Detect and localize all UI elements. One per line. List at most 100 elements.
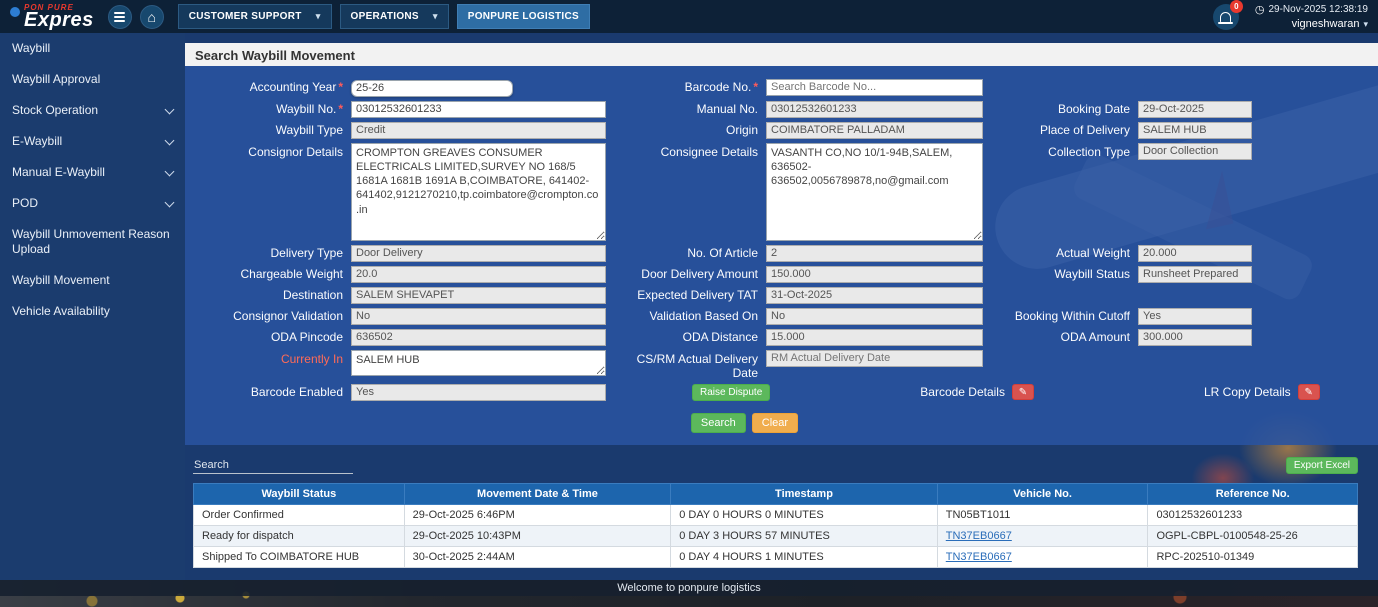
main-content: Search Waybill Movement Accounting Year*… <box>185 33 1378 580</box>
waybill-no-input[interactable] <box>351 101 606 118</box>
nav-customer-support[interactable]: CUSTOMER SUPPORT ▾ <box>178 4 332 29</box>
hamburger-icon <box>114 12 125 22</box>
sidebar-item-stock-operation[interactable]: Stock Operation <box>0 95 185 126</box>
sidebar-item-pod[interactable]: POD <box>0 188 185 219</box>
sidebar-item-waybill-movement[interactable]: Waybill Movement <box>0 265 185 296</box>
brand-logo[interactable]: PON PURE Expres <box>10 4 94 30</box>
sidebar-item-vehicle-availability[interactable]: Vehicle Availability <box>0 296 185 327</box>
sidebar-item-waybill-unmovement-reason-upload[interactable]: Waybill Unmovement Reason Upload <box>0 219 185 265</box>
origin-label: Origin <box>614 123 758 137</box>
table-row: Shipped To COIMBATORE HUB 30-Oct-2025 2:… <box>194 546 1358 567</box>
cell-timestamp: 0 DAY 3 HOURS 57 MINUTES <box>671 525 938 546</box>
export-excel-button[interactable]: Export Excel <box>1286 457 1358 474</box>
barcode-enabled-input <box>351 384 606 401</box>
consignor-details-label: Consignor Details <box>193 143 343 159</box>
required-mark: * <box>338 102 343 116</box>
sidebar: Waybill Waybill Approval Stock Operation… <box>0 33 185 580</box>
search-button[interactable]: Search <box>691 413 746 433</box>
cell-reference-no: OGPL-CBPL-0100548-25-26 <box>1148 525 1358 546</box>
cell-reference-no: RPC-202510-01349 <box>1148 546 1358 567</box>
sidebar-item-label: E-Waybill <box>12 134 62 149</box>
sidebar-item-waybill[interactable]: Waybill <box>0 33 185 64</box>
nav-customer-support-label: CUSTOMER SUPPORT <box>189 11 302 22</box>
navbar-right: 0 ◷ 29-Nov-2025 12:38:19 vigneshwaran ▾ <box>1213 3 1368 30</box>
cell-vehicle-no: TN37EB0667 <box>937 546 1148 567</box>
consignor-details-textarea[interactable]: CROMPTON GREAVES CONSUMER ELECTRICALS LI… <box>351 143 606 241</box>
barcode-details-label: Barcode Details <box>920 385 1005 399</box>
sidebar-item-waybill-approval[interactable]: Waybill Approval <box>0 64 185 95</box>
raise-dispute-button[interactable]: Raise Dispute <box>692 384 770 401</box>
nav-ponpure-logistics-label: PONPURE LOGISTICS <box>468 11 579 22</box>
sidebar-item-label: Stock Operation <box>12 103 98 118</box>
barcode-no-input[interactable] <box>766 79 983 96</box>
clock-icon: ◷ <box>1255 3 1265 16</box>
cell-timestamp: 0 DAY 4 HOURS 1 MINUTES <box>671 546 938 567</box>
table-search-input[interactable] <box>193 457 353 474</box>
footer: Welcome to ponpure logistics <box>0 580 1378 607</box>
nav-ponpure-logistics[interactable]: PONPURE LOGISTICS <box>457 4 590 29</box>
consignee-details-textarea[interactable]: VASANTH CO,NO 10/1-94B,SALEM, 636502-636… <box>766 143 983 241</box>
destination-label: Destination <box>193 288 343 302</box>
column-header-reference-no: Reference No. <box>1148 483 1358 504</box>
actual-weight-label: Actual Weight <box>991 246 1130 260</box>
booking-within-cutoff-label: Booking Within Cutoff <box>991 309 1130 323</box>
waybill-no-label: Waybill No.* <box>193 102 343 116</box>
home-button[interactable]: ⌂ <box>140 5 164 29</box>
notification-badge: 0 <box>1230 0 1243 13</box>
expected-delivery-tat-label: Expected Delivery TAT <box>614 288 758 302</box>
lr-copy-details-edit-button[interactable]: ✎ <box>1298 384 1320 400</box>
delivery-type-label: Delivery Type <box>193 246 343 260</box>
waybill-type-label: Waybill Type <box>193 123 343 137</box>
sidebar-item-label: Manual E-Waybill <box>12 165 105 180</box>
manual-no-input <box>766 101 983 118</box>
bell-icon <box>1220 12 1231 22</box>
cell-vehicle-no: TN37EB0667 <box>937 525 1148 546</box>
door-delivery-amount-input <box>766 266 983 283</box>
top-navbar: PON PURE Expres ⌂ CUSTOMER SUPPORT ▾ OPE… <box>0 0 1378 33</box>
accounting-year-label: Accounting Year* <box>193 80 343 94</box>
clear-button[interactable]: Clear <box>752 413 798 433</box>
chevron-down-icon <box>165 135 175 145</box>
datetime-text: 29-Nov-2025 12:38:19 <box>1268 4 1368 15</box>
sidebar-item-manual-e-waybill[interactable]: Manual E-Waybill <box>0 157 185 188</box>
chargeable-weight-label: Chargeable Weight <box>193 267 343 281</box>
user-menu[interactable]: vigneshwaran ▾ <box>1292 18 1368 30</box>
sidebar-item-label: Waybill <box>12 41 50 56</box>
pencil-icon: ✎ <box>1019 387 1027 398</box>
chargeable-weight-input <box>351 266 606 283</box>
validation-based-on-label: Validation Based On <box>614 309 758 323</box>
sidebar-item-e-waybill[interactable]: E-Waybill <box>0 126 185 157</box>
consignor-validation-label: Consignor Validation <box>193 309 343 323</box>
place-of-delivery-input <box>1138 122 1252 139</box>
waybill-status-label: Waybill Status <box>991 267 1130 281</box>
vehicle-link[interactable]: TN37EB0667 <box>946 530 1012 542</box>
expected-delivery-tat-input <box>766 287 983 304</box>
origin-input <box>766 122 983 139</box>
barcode-enabled-label: Barcode Enabled <box>193 385 343 399</box>
footer-text: Welcome to ponpure logistics <box>0 580 1378 596</box>
oda-amount-label: ODA Amount <box>991 330 1130 344</box>
currently-in-textarea[interactable]: SALEM HUB <box>351 350 606 376</box>
door-delivery-amount-label: Door Delivery Amount <box>614 267 758 281</box>
caret-down-icon: ▾ <box>1363 19 1368 30</box>
page-title: Search Waybill Movement <box>185 43 1378 66</box>
lr-copy-details-label: LR Copy Details <box>1204 385 1291 399</box>
destination-input <box>351 287 606 304</box>
accounting-year-input[interactable] <box>351 80 513 97</box>
movement-table: Waybill Status Movement Date & Time Time… <box>193 483 1358 568</box>
cell-vehicle-no: TN05BT1011 <box>937 504 1148 525</box>
table-row: Ready for dispatch 29-Oct-2025 10:43PM 0… <box>194 525 1358 546</box>
consignee-details-label: Consignee Details <box>614 143 758 159</box>
nav-operations-label: OPERATIONS <box>351 11 419 22</box>
place-of-delivery-label: Place of Delivery <box>991 123 1130 137</box>
currently-in-label: Currently In <box>193 350 343 366</box>
datetime-display: ◷ 29-Nov-2025 12:38:19 <box>1255 3 1368 16</box>
sidebar-item-label: Vehicle Availability <box>12 304 110 319</box>
nav-operations[interactable]: OPERATIONS ▾ <box>340 4 449 29</box>
vehicle-link[interactable]: TN37EB0667 <box>946 551 1012 563</box>
menu-toggle-button[interactable] <box>108 5 132 29</box>
waybill-type-input <box>351 122 606 139</box>
notification-button[interactable]: 0 <box>1213 4 1239 30</box>
barcode-details-edit-button[interactable]: ✎ <box>1012 384 1034 400</box>
pencil-icon: ✎ <box>1304 387 1312 398</box>
